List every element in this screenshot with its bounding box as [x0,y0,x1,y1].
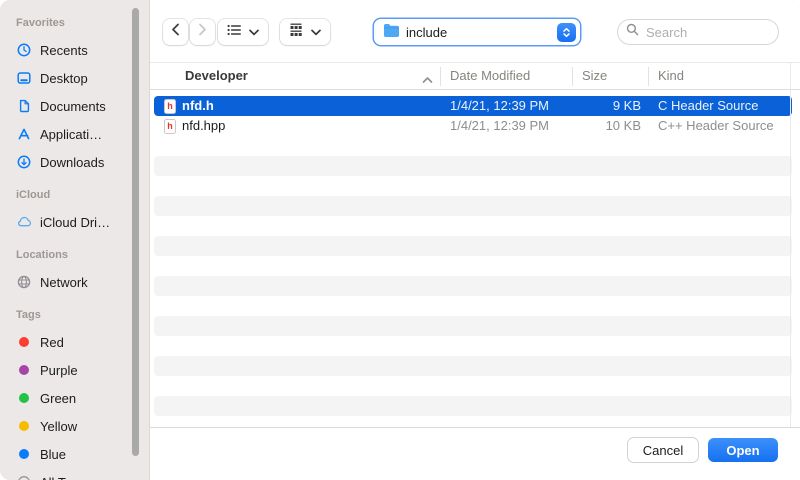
tag-dot-icon [15,417,33,435]
sidebar-item-desktop[interactable]: Desktop [0,64,149,92]
sidebar-item-applications[interactable]: Applicati… [0,120,149,148]
all-tags-icon [15,473,33,480]
file-name: nfd.hpp [182,116,225,136]
location-popup-label: include [406,25,447,40]
chevron-down-icon [311,23,321,41]
sidebar-item-label: Red [40,335,64,350]
file-size: 9 KB [454,96,641,116]
desktop-icon [15,69,33,87]
sidebar-item-label: All Tags [40,475,85,480]
globe-icon [15,273,33,291]
search-icon [626,23,639,41]
clock-icon [15,41,33,59]
header-file-icon: h [164,99,176,114]
file-row-nfd-hpp[interactable]: h nfd.hpp 1/4/21, 12:39 PM 10 KB C++ Hea… [154,116,792,136]
sidebar: Favorites Recents Desktop Documents [0,0,150,480]
sidebar-item-label: iCloud Dri… [40,215,110,230]
empty-row-stripe [154,236,792,256]
empty-row-stripe [154,156,792,176]
empty-row-stripe [154,276,792,296]
sidebar-item-all-tags[interactable]: All Tags [0,468,149,480]
sidebar-item-downloads[interactable]: Downloads [0,148,149,176]
empty-row-stripe [154,316,792,336]
sidebar-item-label: Applicati… [40,127,102,142]
back-button[interactable] [163,19,188,45]
open-dialog: Favorites Recents Desktop Documents [0,0,800,480]
column-header-date-modified[interactable]: Date Modified [450,63,530,89]
column-header-size[interactable]: Size [582,63,607,89]
sidebar-section-favorites: Favorites [16,16,149,30]
sidebar-item-tag-yellow[interactable]: Yellow [0,412,149,440]
sidebar-item-icloud-drive[interactable]: iCloud Dri… [0,208,149,236]
appstore-icon [15,125,33,143]
sort-ascending-icon [422,71,433,89]
sidebar-item-tag-blue[interactable]: Blue [0,440,149,468]
search-input[interactable] [644,24,768,41]
sidebar-item-label: Network [40,275,88,290]
file-kind: C++ Header Source [658,116,774,136]
cloud-icon [15,213,33,231]
forward-button[interactable] [190,19,215,45]
search-field[interactable] [618,20,778,44]
list-view-button[interactable] [218,19,268,45]
sidebar-item-recents[interactable]: Recents [0,36,149,64]
folder-icon [383,23,400,42]
cancel-button[interactable]: Cancel [628,438,698,462]
sidebar-item-label: Documents [40,99,106,114]
document-icon [15,97,33,115]
popup-stepper-icon[interactable] [557,23,576,42]
tag-dot-icon [15,445,33,463]
sidebar-scrollbar[interactable] [132,8,139,456]
open-button[interactable]: Open [708,438,778,462]
group-view-icon [289,23,303,42]
empty-row-stripe [154,196,792,216]
file-list: h nfd.h 1/4/21, 12:39 PM 9 KB C Header S… [150,90,800,427]
sidebar-section-locations: Locations [16,248,149,262]
sidebar-item-tag-red[interactable]: Red [0,328,149,356]
file-size: 10 KB [454,116,641,136]
file-name: nfd.h [182,96,214,116]
file-kind: C Header Source [658,96,758,116]
dialog-footer: Cancel Open [150,427,800,480]
list-view-icon [227,23,241,41]
empty-row-stripe [154,356,792,376]
chevron-right-icon [198,23,207,41]
sidebar-item-label: Recents [40,43,88,58]
sidebar-item-label: Desktop [40,71,88,86]
sidebar-item-label: Blue [40,447,66,462]
column-divider[interactable] [440,67,441,86]
file-row-nfd-h[interactable]: h nfd.h 1/4/21, 12:39 PM 9 KB C Header S… [154,96,792,116]
column-header-name[interactable]: Developer [185,63,248,89]
empty-row-stripe [154,396,792,416]
column-divider[interactable] [648,67,649,86]
chevron-down-icon [249,23,259,41]
column-header-kind[interactable]: Kind [658,63,684,89]
sidebar-section-icloud: iCloud [16,188,149,202]
tag-dot-icon [15,333,33,351]
sidebar-item-network[interactable]: Network [0,268,149,296]
main-panel: include Developer Date Modified Size Kin… [150,0,800,480]
sidebar-item-tag-purple[interactable]: Purple [0,356,149,384]
column-divider[interactable] [572,67,573,86]
group-view-button[interactable] [280,19,330,45]
download-circle-icon [15,153,33,171]
list-right-edge [790,62,791,427]
sidebar-item-label: Green [40,391,76,406]
tag-dot-icon [15,361,33,379]
sidebar-item-documents[interactable]: Documents [0,92,149,120]
header-file-icon: h [164,119,176,134]
sidebar-item-label: Downloads [40,155,104,170]
location-popup[interactable]: include [374,19,580,45]
sidebar-item-label: Purple [40,363,78,378]
column-header-row: Developer Date Modified Size Kind [150,62,800,90]
chevron-left-icon [171,23,180,41]
tag-dot-icon [15,389,33,407]
sidebar-section-tags: Tags [16,308,149,322]
sidebar-item-label: Yellow [40,419,77,434]
sidebar-item-tag-green[interactable]: Green [0,384,149,412]
